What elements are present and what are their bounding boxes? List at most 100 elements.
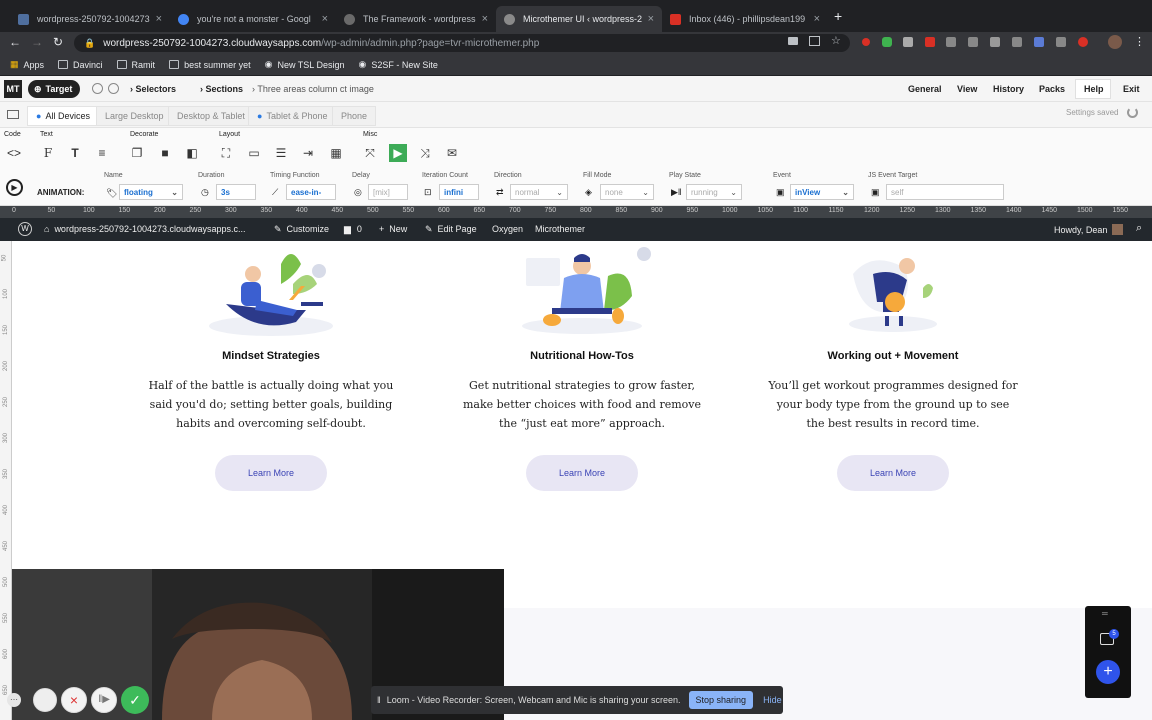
misc-icon[interactable]: ✉ [444, 146, 460, 160]
wordpress-icon[interactable]: W [18, 222, 32, 236]
tab-large-desktop[interactable]: Large Desktop [96, 106, 173, 126]
stop-sharing-button[interactable]: Stop sharing [688, 691, 754, 709]
horizontal-ruler[interactable]: 0 50 100 150 200 250 300 350 400 450 500 550 600 650 7… [0, 206, 1152, 218]
browser-tab-active[interactable]: Microthemer UI ‹ wordpress-2 × [496, 6, 662, 32]
search-icon[interactable]: ⌕ [1136, 222, 1142, 235]
microthemer-link[interactable]: Microthemer [535, 224, 585, 234]
tab-tablet-phone[interactable]: ● Tablet & Phone [248, 106, 337, 126]
redo-icon[interactable] [108, 83, 119, 94]
menu-exit[interactable]: Exit [1123, 84, 1140, 94]
play-icon[interactable]: ▶ [6, 179, 23, 196]
new-link[interactable]: + New [379, 224, 407, 234]
text-icon[interactable]: T [67, 146, 83, 160]
learn-more-button[interactable]: Learn More [215, 455, 327, 491]
animation-event-select[interactable]: inView ⌄ [790, 184, 854, 200]
breadcrumb-selector[interactable]: › Three areas column ct image [252, 84, 374, 94]
learn-more-button[interactable]: Learn More [837, 455, 949, 491]
new-tab-icon[interactable]: + [834, 8, 842, 24]
customize-link[interactable]: ✎ Customize [274, 224, 329, 235]
extension-icon[interactable] [882, 37, 892, 47]
animation-fill-mode-select[interactable]: none ⌄ [600, 184, 654, 200]
bookmark-link[interactable]: ◉ S2SF - New Site [358, 59, 437, 70]
close-icon[interactable]: × [648, 13, 654, 25]
browser-tab[interactable]: The Framework - wordpress-2 × [336, 6, 496, 32]
camera-icon[interactable] [33, 688, 57, 712]
bookmark-folder[interactable]: Ramit [116, 60, 155, 70]
address-bar[interactable]: 🔒 wordpress-250792-1004273.cloudwaysapps… [74, 34, 850, 52]
border-icon[interactable]: ❐ [129, 146, 145, 160]
extension-icon[interactable] [925, 37, 935, 47]
camera-icon[interactable] [788, 37, 798, 45]
menu-view[interactable]: View [957, 84, 977, 94]
extension-icon[interactable] [1034, 37, 1044, 47]
transform-icon[interactable]: ⤧ [362, 146, 378, 160]
reload-icon[interactable]: ↻ [53, 35, 63, 49]
animation-name-select[interactable]: floating ⌄ [119, 184, 183, 200]
menu-history[interactable]: History [993, 84, 1024, 94]
transition-icon[interactable]: ⤨ [417, 146, 433, 160]
close-icon[interactable]: × [482, 13, 488, 25]
undo-icon[interactable] [92, 83, 103, 94]
avatar[interactable] [1108, 35, 1122, 49]
extension-icon[interactable] [903, 37, 913, 47]
bookmark-apps[interactable]: ▦ Apps [10, 59, 44, 70]
star-icon[interactable]: ☆ [831, 34, 841, 47]
account-menu[interactable]: Howdy, Dean [1054, 224, 1124, 235]
align-icon[interactable]: ≡ [94, 146, 110, 160]
padding-icon[interactable]: ▭ [246, 146, 262, 160]
extension-icon[interactable] [1012, 37, 1022, 47]
background-icon[interactable]: ■ [157, 146, 173, 160]
bookmark-link[interactable]: ◉ New TSL Design [265, 59, 345, 70]
sizing-icon[interactable]: ⛶ [218, 146, 234, 160]
close-icon[interactable]: × [322, 13, 328, 25]
browser-tab[interactable]: Inbox (446) - phillipsdean199 × [662, 6, 828, 32]
menu-packs[interactable]: Packs [1039, 84, 1065, 94]
animation-timing-input[interactable]: ease-in- [286, 184, 336, 200]
animation-iteration-input[interactable]: infini [439, 184, 479, 200]
extension-icon[interactable] [946, 37, 956, 47]
forward-icon[interactable]: → [31, 35, 43, 49]
animation-js-target-input[interactable]: self [886, 184, 1004, 200]
hide-button[interactable]: Hide [763, 695, 782, 705]
animation-duration-input[interactable]: 3s [216, 184, 256, 200]
extension-icon[interactable] [990, 37, 1000, 47]
menu-icon[interactable]: ⋮ [1134, 35, 1145, 48]
extension-icon[interactable] [1078, 37, 1088, 47]
close-icon[interactable]: × [814, 13, 820, 25]
target-button[interactable]: ⊕ Target [28, 80, 80, 98]
browser-tab[interactable]: wordpress-250792-1004273.c × [10, 6, 170, 32]
finish-recording-button[interactable]: ✓ [121, 686, 149, 714]
extension-icon[interactable] [1056, 37, 1066, 47]
animation-icon[interactable]: ▶ [389, 144, 407, 162]
animation-direction-select[interactable]: normal ⌄ [510, 184, 568, 200]
menu-general[interactable]: General [908, 84, 942, 94]
cancel-recording-button[interactable]: × [61, 687, 87, 713]
learn-more-button[interactable]: Learn More [526, 455, 638, 491]
more-icon[interactable]: ⋯ [7, 693, 21, 707]
grid-icon[interactable]: ▦ [328, 146, 344, 160]
code-icon[interactable]: <> [6, 146, 22, 160]
responsive-icon[interactable] [7, 110, 19, 119]
close-icon[interactable]: × [156, 13, 162, 25]
microthemer-logo[interactable]: MT [4, 80, 22, 98]
bookmark-folder[interactable]: best summer yet [169, 60, 251, 70]
browser-tab[interactable]: you're not a monster - Googl × [170, 6, 336, 32]
pause-recording-button[interactable]: ‖▶ [91, 687, 117, 713]
site-link[interactable]: ⌂ wordpress-250792-1004273.cloudwaysapps.… [44, 224, 246, 234]
flex-icon[interactable]: ☰ [273, 146, 289, 160]
gradient-icon[interactable]: ◧ [184, 146, 200, 160]
font-icon[interactable]: F [40, 146, 56, 160]
tab-phone[interactable]: Phone [332, 106, 377, 126]
oxygen-link[interactable]: Oxygen [492, 224, 523, 234]
back-icon[interactable]: ← [9, 35, 21, 49]
tab-desktop-tablet[interactable]: Desktop & Tablet [168, 106, 254, 126]
extension-icon[interactable] [862, 38, 870, 46]
bookmark-folder[interactable]: Davinci [58, 60, 103, 70]
edit-page-link[interactable]: ✎ Edit Page [425, 224, 477, 235]
comments-link[interactable]: ▆ 0 [344, 224, 362, 235]
add-button[interactable]: + [1096, 660, 1120, 684]
drag-handle-icon[interactable]: ═ [1102, 609, 1108, 618]
breadcrumb-selectors[interactable]: › Selectors [130, 84, 176, 94]
vertical-ruler[interactable]: 50 100 150 200 250 300 350 400 450 500 550 600 650 [0, 241, 12, 720]
extension-icon[interactable] [968, 37, 978, 47]
